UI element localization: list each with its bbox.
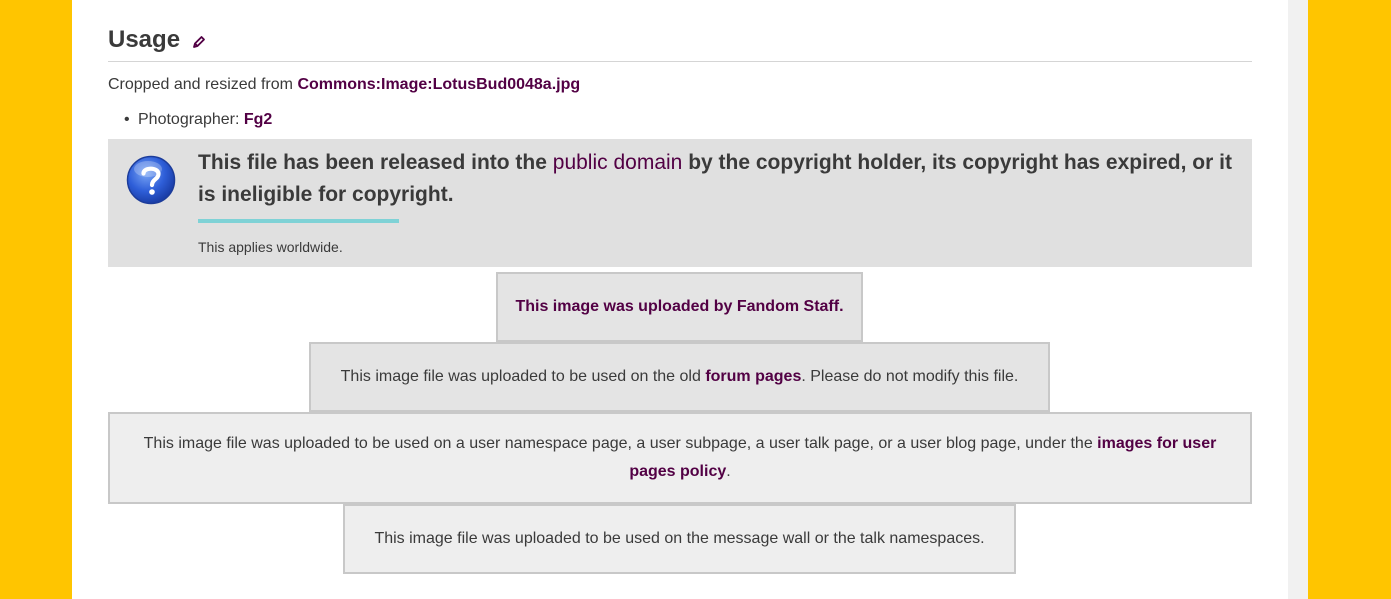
- bullet: •: [124, 111, 130, 128]
- source-prefix: Cropped and resized from: [108, 76, 298, 93]
- message-wall-text: This image file was uploaded to be used …: [374, 530, 985, 547]
- public-domain-link[interactable]: public domain: [553, 151, 683, 174]
- usage-section-heading: Usage: [108, 22, 1252, 62]
- photographer-list-item: • Photographer: Fg2: [124, 109, 272, 131]
- public-domain-license-box: This file has been released into the pub…: [108, 139, 1252, 267]
- photographer-link[interactable]: Fg2: [244, 111, 272, 128]
- public-domain-statement: This file has been released into the pub…: [198, 147, 1238, 211]
- user-text-after: .: [726, 463, 731, 480]
- photographer-label: Photographer:: [138, 111, 244, 128]
- commons-source-link[interactable]: Commons:Image:LotusBud0048a.jpg: [297, 76, 580, 93]
- forum-pages-link[interactable]: forum pages: [705, 368, 801, 385]
- user-page-upload-notice: This image file was uploaded to be used …: [108, 412, 1252, 504]
- accent-divider: [198, 219, 399, 223]
- side-rail: [1288, 0, 1308, 599]
- pencil-icon[interactable]: [192, 35, 206, 49]
- pd-scope-note: This applies worldwide.: [198, 239, 343, 255]
- staff-upload-text: This image was uploaded by Fandom Staff.: [515, 298, 844, 315]
- staff-upload-notice: This image was uploaded by Fandom Staff.: [496, 272, 863, 342]
- forum-upload-notice: This image file was uploaded to be used …: [309, 342, 1050, 412]
- page-content-area: Usage Cropped and resized from Commons:I…: [72, 0, 1288, 599]
- question-mark-icon: [126, 155, 176, 205]
- forum-text-before: This image file was uploaded to be used …: [340, 368, 706, 385]
- section-title: Usage: [108, 26, 181, 53]
- source-line: Cropped and resized from Commons:Image:L…: [108, 74, 580, 96]
- message-wall-upload-notice: This image file was uploaded to be used …: [343, 504, 1016, 574]
- forum-text-after: . Please do not modify this file.: [801, 368, 1019, 385]
- user-text-before: This image file was uploaded to be used …: [143, 435, 1098, 452]
- pd-text-before: This file has been released into the: [198, 151, 553, 174]
